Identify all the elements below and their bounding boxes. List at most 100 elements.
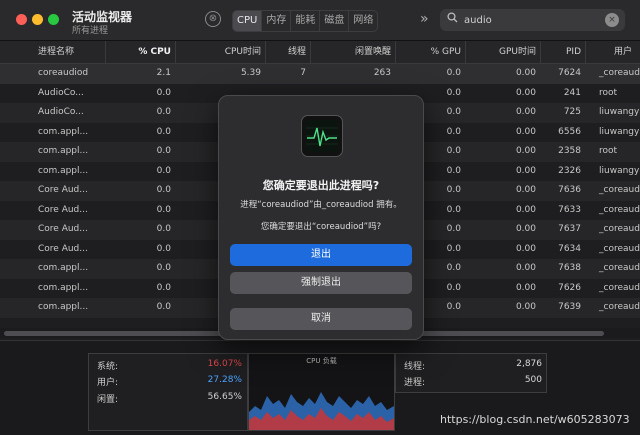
pid-cell: 7633 <box>558 204 581 215</box>
tab-energy[interactable]: 能耗 <box>291 11 321 31</box>
gpu-time-cell: 0.00 <box>515 146 536 156</box>
column-cpu-time[interactable]: CPU时间 <box>175 41 265 63</box>
process-name-cell: AudioCo... <box>38 107 84 117</box>
column-user[interactable]: 用户 <box>585 41 640 63</box>
clear-search-icon[interactable]: × <box>605 13 619 27</box>
gpu-time-cell: 0.00 <box>515 302 536 312</box>
processes-label: 进程: <box>404 378 426 388</box>
process-name-cell: com.appl... <box>38 146 89 156</box>
column-cpu-percent[interactable]: % CPU <box>105 41 175 63</box>
column-threads[interactable]: 线程 <box>265 41 310 63</box>
view-subtitle[interactable]: 所有进程 <box>72 23 108 36</box>
zoom-window-button[interactable] <box>48 14 59 25</box>
cpu-usage-box: 系统: 16.07% 用户: 27.28% 闲置: 56.65% <box>88 353 248 431</box>
process-name-cell: com.appl... <box>38 302 89 312</box>
system-stat: 系统: 16.07% <box>97 359 242 375</box>
pid-cell: 6556 <box>558 126 581 137</box>
tab-bar: CPU 内存 能耗 磁盘 网络 <box>232 10 379 32</box>
search-icon <box>447 12 458 26</box>
stop-process-icon[interactable]: ⊗ <box>205 11 221 27</box>
dialog-confirm-message: 您确定要退出“coreaudiod”吗? <box>260 222 382 232</box>
threads-cell: 7 <box>300 68 306 78</box>
gpu-time-cell: 0.00 <box>515 185 536 195</box>
gpu-time-cell: 0.00 <box>515 165 536 176</box>
force-quit-button[interactable]: 强制退出 <box>230 272 412 294</box>
activity-monitor-app-icon <box>301 115 343 157</box>
user-cell: _coreaudiod <box>599 185 640 195</box>
user-cell: liuwangyang <box>599 107 640 117</box>
column-gpu-time[interactable]: GPU时间 <box>465 41 540 63</box>
pid-cell: 7624 <box>558 68 581 78</box>
cancel-button[interactable]: 取消 <box>230 308 412 330</box>
cpu-percent-cell: 0.0 <box>156 224 171 234</box>
gpu-time-cell: 0.00 <box>515 282 536 293</box>
cpu-percent-cell: 2.1 <box>156 68 171 78</box>
minimize-window-button[interactable] <box>32 14 43 25</box>
gpu-time-cell: 0.00 <box>515 107 536 117</box>
search-field: × <box>440 9 625 31</box>
close-window-button[interactable] <box>16 14 27 25</box>
pid-cell: 241 <box>563 87 581 98</box>
tab-memory[interactable]: 内存 <box>262 11 292 31</box>
gpu-time-cell: 0.00 <box>515 263 536 273</box>
pid-cell: 7636 <box>558 185 581 195</box>
cpu-percent-cell: 0.0 <box>156 243 171 254</box>
processes-value: 500 <box>524 375 542 385</box>
pid-cell: 7637 <box>558 224 581 234</box>
activity-monitor-window: 活动监视器 所有进程 ⊗ CPU 内存 能耗 磁盘 网络 » × 进程名称 % … <box>0 0 640 435</box>
user-cell: _coreaudiod <box>599 204 640 215</box>
cpu-percent-cell: 0.0 <box>156 107 171 117</box>
cpu-percent-cell: 0.0 <box>156 87 171 98</box>
user-cell: liuwangyang <box>599 165 640 176</box>
user-cell: _coreaudiod <box>599 243 640 254</box>
idle-stat: 闲置: 56.65% <box>97 392 242 408</box>
idle-wakeups-cell: 263 <box>373 68 391 78</box>
column-idle-wakeups[interactable]: 闲置唤醒 <box>310 41 395 63</box>
process-name-cell: com.appl... <box>38 126 89 137</box>
gpu-time-cell: 0.00 <box>515 126 536 137</box>
toolbar: 活动监视器 所有进程 ⊗ CPU 内存 能耗 磁盘 网络 » × <box>0 0 640 41</box>
process-name-cell: Core Aud... <box>38 243 88 254</box>
tab-disk[interactable]: 磁盘 <box>320 11 350 31</box>
quit-button[interactable]: 退出 <box>230 244 412 266</box>
processes-stat: 进程: 500 <box>404 375 542 391</box>
cpu-load-graph: CPU 负载 <box>248 353 395 431</box>
user-label: 用户: <box>97 378 119 388</box>
column-pid[interactable]: PID <box>540 41 585 63</box>
cpu-percent-cell: 0.0 <box>156 185 171 195</box>
system-value: 16.07% <box>207 359 242 369</box>
pid-cell: 7638 <box>558 263 581 273</box>
process-name-cell: coreaudiod <box>38 68 89 78</box>
process-name-cell: Core Aud... <box>38 185 88 195</box>
threads-stat: 线程: 2,876 <box>404 359 542 375</box>
user-cell: _coreaudiod <box>599 263 640 273</box>
pid-cell: 725 <box>563 107 581 117</box>
idle-label: 闲置: <box>97 395 119 405</box>
cpu-percent-cell: 0.0 <box>156 263 171 273</box>
pid-cell: 7634 <box>558 243 581 254</box>
cpu-percent-cell: 0.0 <box>156 302 171 312</box>
table-row[interactable]: coreaudiod 2.1 5.39 7 263 0.0 0.00 7624 _coreaud… <box>0 64 640 84</box>
column-process-name[interactable]: 进程名称 <box>0 41 105 63</box>
threads-value: 2,876 <box>516 359 542 369</box>
user-cell: _coreaudiod <box>599 224 640 234</box>
cpu-time-cell: 5.39 <box>240 68 261 78</box>
gpu-percent-cell: 0.0 <box>446 68 461 78</box>
gpu-time-cell: 0.00 <box>515 243 536 254</box>
user-value: 27.28% <box>207 375 242 385</box>
user-cell: root <box>599 146 618 156</box>
tab-network[interactable]: 网络 <box>349 11 377 31</box>
search-input[interactable] <box>464 11 594 29</box>
process-name-cell: com.appl... <box>38 165 89 176</box>
cpu-percent-cell: 0.0 <box>156 146 171 156</box>
dialog-title: 您确定要退出此进程吗? <box>262 179 380 192</box>
process-name-cell: Core Aud... <box>38 204 88 215</box>
user-cell: _coreaudiod <box>599 302 640 312</box>
pid-cell: 2358 <box>558 146 581 156</box>
cpu-percent-cell: 0.0 <box>156 126 171 137</box>
column-gpu-percent[interactable]: % GPU <box>395 41 465 63</box>
user-stat: 用户: 27.28% <box>97 375 242 391</box>
tab-cpu[interactable]: CPU <box>233 11 263 31</box>
gpu-time-cell: 0.00 <box>515 224 536 234</box>
more-toolbar-icon[interactable]: » <box>420 11 429 27</box>
